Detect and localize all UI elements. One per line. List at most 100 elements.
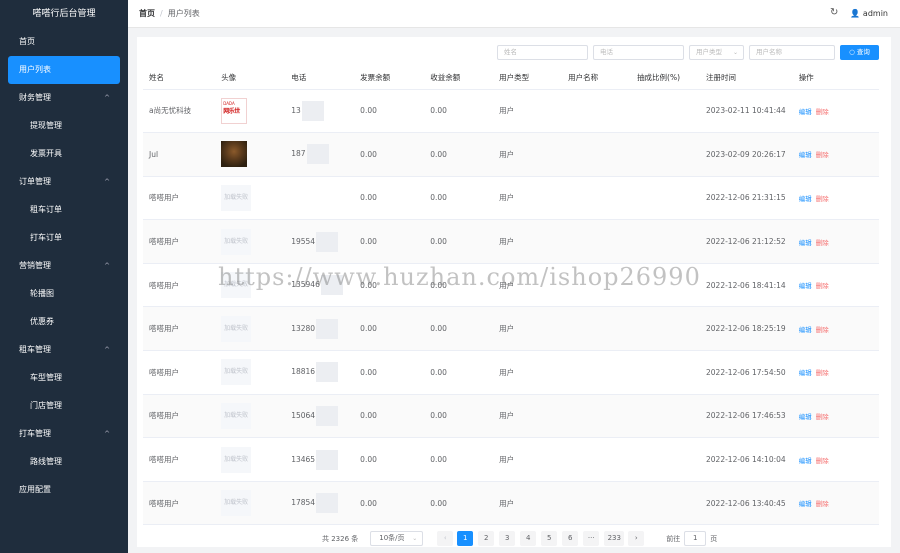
column-header: 用户类型 bbox=[493, 67, 563, 90]
delete-button[interactable]: 删除 bbox=[816, 457, 829, 465]
avatar: DADA 网乐世 bbox=[221, 97, 248, 124]
phone-number: 187 bbox=[291, 149, 306, 159]
avatar bbox=[221, 141, 248, 168]
sidebar-item[interactable]: 打车管理 ^ bbox=[0, 420, 128, 448]
sidebar-item[interactable]: 打车订单 bbox=[0, 224, 128, 252]
avatar-failed: 加载失败 bbox=[221, 490, 252, 517]
delete-button[interactable]: 删除 bbox=[816, 500, 829, 508]
actions-cell: 编辑 删除 bbox=[792, 437, 879, 482]
next-page-button[interactable]: › bbox=[628, 531, 645, 546]
edit-button[interactable]: 编辑 bbox=[799, 369, 812, 377]
register-time-cell: 2022-12-06 13:40:45 bbox=[700, 481, 793, 526]
delete-button[interactable]: 删除 bbox=[816, 239, 829, 247]
phone-filter-input[interactable]: 电话 bbox=[593, 45, 684, 60]
sidebar-item[interactable]: 轮播图 bbox=[0, 280, 128, 308]
avatar-cell bbox=[215, 132, 286, 177]
sidebar-item[interactable]: 发票开具 bbox=[0, 140, 128, 168]
goto-page-input[interactable]: 1 bbox=[684, 531, 707, 546]
sidebar-item[interactable]: 订单管理 ^ bbox=[0, 168, 128, 196]
page-list: 1 2 3 4 5 6 ··· 233 bbox=[457, 531, 625, 546]
edit-button[interactable]: 编辑 bbox=[799, 413, 812, 421]
edit-button[interactable]: 编辑 bbox=[799, 457, 812, 465]
sidebar-item[interactable]: 营销管理 ^ bbox=[0, 252, 128, 280]
edit-button[interactable]: 编辑 bbox=[799, 195, 812, 203]
user-name-cell: Jul bbox=[143, 132, 216, 177]
column-header: 姓名 bbox=[143, 67, 216, 90]
column-header: 抽成比例(%) bbox=[631, 67, 701, 90]
page-size-select[interactable]: 10条/页 ⌄ bbox=[370, 531, 424, 546]
user-type-cell: 用户 bbox=[493, 306, 563, 352]
sidebar-item[interactable]: 租车管理 ^ bbox=[0, 336, 128, 364]
avatar-cell: 加载失败 bbox=[215, 437, 286, 482]
page-button[interactable]: 1 bbox=[457, 531, 474, 546]
phone-cell: 17854 bbox=[285, 481, 355, 526]
page-button[interactable]: 3 bbox=[499, 531, 516, 546]
avatar-cell: DADA 网乐世 bbox=[215, 89, 286, 134]
edit-button[interactable]: 编辑 bbox=[799, 151, 812, 159]
sidebar-item-label: 优惠券 bbox=[30, 317, 54, 326]
income-balance-cell: 0.00 bbox=[424, 306, 494, 352]
breadcrumb-home[interactable]: 首页 bbox=[139, 9, 155, 18]
name-filter-input[interactable]: 姓名 bbox=[497, 45, 588, 60]
edit-button[interactable]: 编辑 bbox=[799, 239, 812, 247]
page-button[interactable]: 233 bbox=[604, 531, 625, 546]
column-header: 注册时间 bbox=[700, 67, 793, 90]
delete-button[interactable]: 删除 bbox=[816, 413, 829, 421]
register-time-cell: 2022-12-06 17:54:50 bbox=[700, 350, 793, 395]
delete-button[interactable]: 删除 bbox=[816, 326, 829, 334]
column-header: 操作 bbox=[792, 67, 879, 90]
prev-page-button[interactable]: ‹ bbox=[437, 531, 454, 546]
table-row: 嗒嗒用户 加载失败 0.00 0.00 用户 2022-12-06 21:31:15 编辑删… bbox=[143, 176, 879, 221]
sidebar-item[interactable]: 租车订单 bbox=[0, 196, 128, 224]
sidebar-item[interactable]: 首页 bbox=[0, 28, 128, 56]
phone-number: 13 bbox=[291, 105, 301, 115]
sidebar-item[interactable]: 应用配置 bbox=[0, 476, 128, 504]
avatar-failed: 加载失败 bbox=[221, 315, 252, 342]
user-type-select[interactable]: 用户类型 ⌄ bbox=[689, 45, 744, 60]
sidebar-item[interactable]: 门店管理 bbox=[0, 392, 128, 420]
username-cell bbox=[562, 306, 632, 352]
column-header: 用户名称 bbox=[562, 67, 632, 90]
delete-button[interactable]: 删除 bbox=[816, 369, 829, 377]
sidebar-item[interactable]: 财务管理 ^ bbox=[0, 84, 128, 112]
search-button[interactable]: ○ 查询 bbox=[840, 45, 879, 60]
edit-button[interactable]: 编辑 bbox=[799, 108, 812, 116]
income-balance-cell: 0.00 bbox=[424, 350, 494, 395]
sidebar-item[interactable]: 优惠券 bbox=[0, 308, 128, 336]
register-time-cell: 2022-12-06 21:12:52 bbox=[700, 219, 793, 264]
sidebar-item-label: 提现管理 bbox=[30, 121, 62, 130]
username-cell bbox=[562, 132, 632, 177]
edit-button[interactable]: 编辑 bbox=[799, 326, 812, 334]
sidebar-item-label: 打车订单 bbox=[30, 233, 62, 242]
user-menu[interactable]: 👤 admin bbox=[850, 0, 888, 28]
sidebar-item[interactable]: 车型管理 bbox=[0, 364, 128, 392]
commission-ratio-cell bbox=[631, 263, 701, 308]
sidebar-item[interactable]: 路线管理 bbox=[0, 448, 128, 476]
sidebar-item[interactable]: 用户列表 bbox=[8, 56, 120, 84]
page-button[interactable]: 6 bbox=[562, 531, 579, 546]
edit-button[interactable]: 编辑 bbox=[799, 500, 812, 508]
avatar-cell: 加载失败 bbox=[215, 306, 286, 352]
username-filter-input[interactable]: 用户名称 bbox=[749, 45, 835, 60]
refresh-icon[interactable]: ↻ bbox=[830, 8, 840, 18]
actions-cell: 编辑 删除 bbox=[792, 89, 879, 134]
avatar-failed: 加载失败 bbox=[221, 359, 252, 386]
sidebar-item[interactable]: 提现管理 bbox=[0, 112, 128, 140]
edit-button[interactable]: 编辑 bbox=[799, 282, 812, 290]
delete-button[interactable]: 删除 bbox=[816, 151, 829, 159]
username: admin bbox=[862, 9, 888, 18]
page-button[interactable]: 2 bbox=[478, 531, 495, 546]
phone-number: 17854 bbox=[291, 498, 316, 508]
sidebar-item-label: 租车管理 bbox=[19, 345, 51, 354]
page-button[interactable]: 4 bbox=[520, 531, 537, 546]
page-button[interactable]: 5 bbox=[541, 531, 558, 546]
commission-ratio-cell bbox=[631, 176, 701, 221]
table-row: 嗒嗒用户 加载失败 19554 0.00 0.00 用户 2022-12-06 21:12:… bbox=[143, 219, 879, 264]
phone-mask bbox=[316, 493, 339, 514]
delete-button[interactable]: 删除 bbox=[816, 195, 829, 203]
delete-button[interactable]: 删除 bbox=[816, 108, 829, 116]
actions-cell: 编辑 删除 bbox=[792, 263, 879, 308]
page-button[interactable]: ··· bbox=[583, 531, 600, 546]
delete-button[interactable]: 删除 bbox=[816, 282, 829, 290]
phone-mask bbox=[316, 318, 339, 339]
